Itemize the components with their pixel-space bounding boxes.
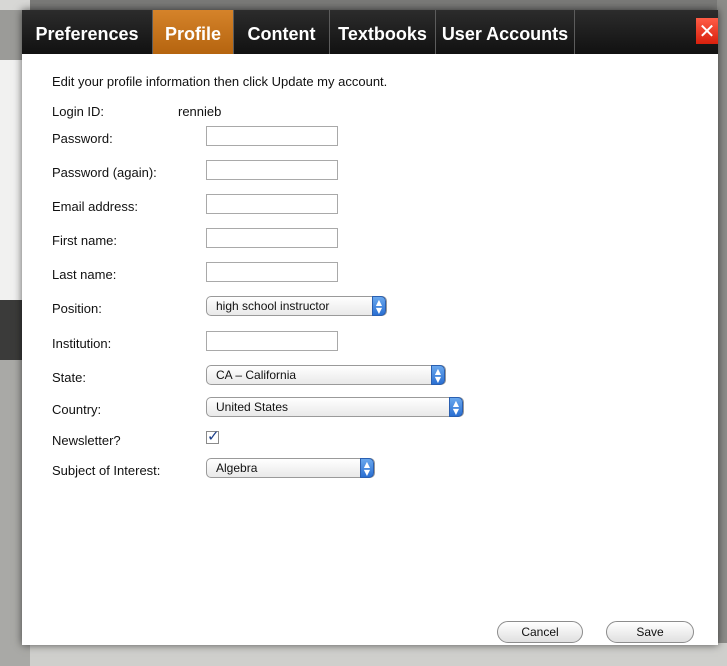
password-again-row: Password (again): bbox=[52, 160, 672, 186]
first-name-label: First name: bbox=[52, 233, 118, 248]
institution-field[interactable] bbox=[206, 331, 338, 351]
tab-textbooks[interactable]: Textbooks bbox=[330, 10, 436, 54]
newsletter-row: Newsletter? ✓ bbox=[52, 427, 672, 454]
last-name-label: Last name: bbox=[52, 267, 117, 282]
checkmark-icon: ✓ bbox=[207, 427, 220, 445]
country-label: Country: bbox=[52, 402, 102, 417]
email-row: Email address: bbox=[52, 194, 672, 220]
state-row: State: CA – California ▲ ▼ bbox=[52, 365, 672, 391]
subject-value: Algebra bbox=[216, 461, 258, 475]
cancel-button[interactable]: Cancel bbox=[497, 621, 583, 643]
email-field[interactable] bbox=[206, 194, 338, 214]
login-id-label: Login ID: bbox=[52, 104, 105, 119]
chevron-updown-icon: ▲ ▼ bbox=[372, 296, 386, 316]
chevron-updown-icon: ▲ ▼ bbox=[449, 397, 463, 417]
background-page-right bbox=[717, 0, 727, 666]
login-id-row: Login ID: rennieb bbox=[52, 99, 672, 125]
tab-bar: Preferences Profile Content Textbooks Us… bbox=[22, 10, 718, 54]
position-label: Position: bbox=[52, 301, 102, 316]
position-row: Position: high school instructor ▲ ▼ bbox=[52, 296, 672, 322]
background-page-bottom bbox=[30, 643, 727, 666]
tab-profile[interactable]: Profile bbox=[153, 10, 234, 54]
state-select[interactable]: CA – California ▲ ▼ bbox=[206, 365, 446, 385]
instruction-text: Edit your profile information then click… bbox=[52, 74, 388, 89]
tab-user-accounts[interactable]: User Accounts bbox=[436, 10, 575, 54]
password-label: Password: bbox=[52, 131, 113, 146]
first-name-field[interactable] bbox=[206, 228, 338, 248]
newsletter-label: Newsletter? bbox=[52, 433, 121, 448]
password-row: Password: bbox=[52, 126, 672, 152]
save-button[interactable]: Save bbox=[606, 621, 694, 643]
country-value: United States bbox=[216, 400, 289, 414]
profile-form: Edit your profile information then click… bbox=[22, 54, 718, 645]
tab-content[interactable]: Content bbox=[234, 10, 330, 54]
position-select[interactable]: high school instructor ▲ ▼ bbox=[206, 296, 387, 316]
tab-preferences[interactable]: Preferences bbox=[22, 10, 153, 54]
subject-select[interactable]: Algebra ▲ ▼ bbox=[206, 458, 375, 478]
country-select[interactable]: United States ▲ ▼ bbox=[206, 397, 464, 417]
last-name-row: Last name: bbox=[52, 262, 672, 288]
close-button[interactable]: ✕ bbox=[696, 18, 718, 44]
password-field[interactable] bbox=[206, 126, 338, 146]
profile-dialog: Preferences Profile Content Textbooks Us… bbox=[22, 10, 718, 645]
state-label: State: bbox=[52, 370, 86, 385]
password-again-label: Password (again): bbox=[52, 165, 157, 180]
close-icon: ✕ bbox=[698, 19, 716, 43]
login-id-value: rennieb bbox=[178, 104, 222, 119]
institution-row: Institution: bbox=[52, 331, 672, 357]
subject-label: Subject of Interest: bbox=[52, 463, 161, 478]
newsletter-checkbox[interactable]: ✓ bbox=[206, 427, 220, 445]
institution-label: Institution: bbox=[52, 336, 112, 351]
state-value: CA – California bbox=[216, 368, 297, 382]
email-label: Email address: bbox=[52, 199, 138, 214]
country-row: Country: United States ▲ ▼ bbox=[52, 397, 672, 423]
subject-row: Subject of Interest: Algebra ▲ ▼ bbox=[52, 458, 672, 484]
last-name-field[interactable] bbox=[206, 262, 338, 282]
position-value: high school instructor bbox=[216, 299, 330, 313]
password-again-field[interactable] bbox=[206, 160, 338, 180]
first-name-row: First name: bbox=[52, 228, 672, 254]
chevron-updown-icon: ▲ ▼ bbox=[431, 365, 445, 385]
chevron-updown-icon: ▲ ▼ bbox=[360, 458, 374, 478]
